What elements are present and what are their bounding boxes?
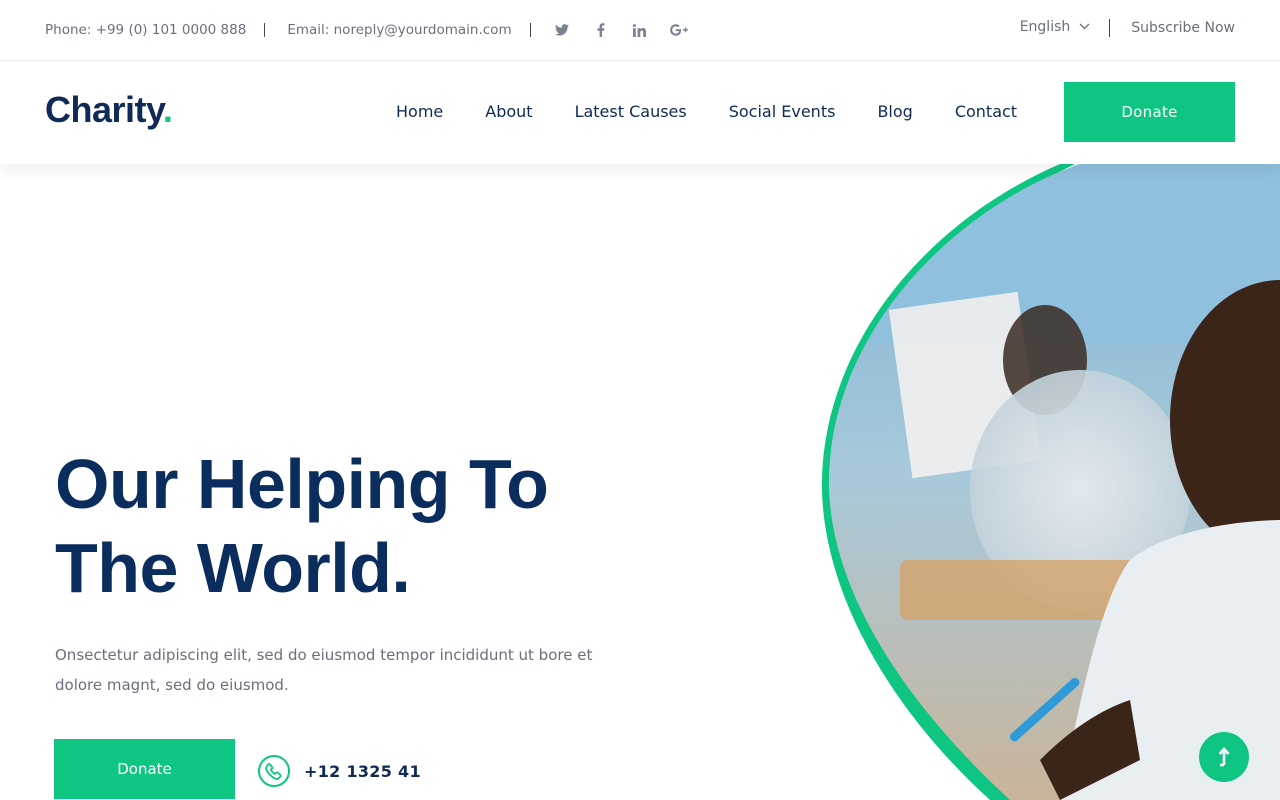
nav-contact[interactable]: Contact xyxy=(955,102,1017,121)
logo-text: Charity xyxy=(45,89,163,130)
contact-info: Phone: +99 (0) 101 0000 888 Email: norep… xyxy=(45,21,699,39)
nav-home[interactable]: Home xyxy=(396,102,443,121)
chevron-down-icon xyxy=(1079,23,1090,30)
phone-text: Phone: +99 (0) 101 0000 888 xyxy=(45,22,247,38)
nav-blog[interactable]: Blog xyxy=(877,102,912,121)
nav-latest-causes[interactable]: Latest Causes xyxy=(575,102,687,121)
scroll-to-top-button[interactable] xyxy=(1199,732,1249,782)
nav-social-events[interactable]: Social Events xyxy=(729,102,836,121)
divider xyxy=(264,23,266,37)
facebook-icon[interactable] xyxy=(592,21,610,39)
phone-icon xyxy=(258,755,290,787)
arrow-up-icon xyxy=(1218,747,1230,767)
phone-number: +12 1325 41 xyxy=(304,761,421,781)
top-bar: Phone: +99 (0) 101 0000 888 Email: norep… xyxy=(0,0,1280,61)
google-plus-icon[interactable] xyxy=(669,21,688,39)
hero-title-line-1: Our Helping To xyxy=(55,445,549,523)
hero-title-line-2: The World. xyxy=(55,529,411,607)
email-text: Email: noreply@yourdomain.com xyxy=(287,22,512,38)
logo-dot: . xyxy=(162,89,173,130)
donate-button-hero[interactable]: Donate xyxy=(54,739,235,799)
language-selector[interactable]: English xyxy=(1020,19,1091,35)
social-links xyxy=(537,21,699,39)
donate-button-header[interactable]: Donate xyxy=(1064,82,1235,142)
hero-title: Our Helping To The World. xyxy=(55,442,549,610)
subscribe-link[interactable]: Subscribe Now xyxy=(1131,20,1235,36)
hero-description: Onsectetur adipiscing elit, sed do eiusm… xyxy=(55,646,593,694)
linkedin-icon[interactable] xyxy=(631,21,649,39)
divider xyxy=(1109,19,1111,37)
top-bar-right: English Subscribe Now xyxy=(1020,19,1235,37)
hero-phone[interactable]: +12 1325 41 xyxy=(257,754,421,788)
divider xyxy=(529,23,531,37)
nav-about[interactable]: About xyxy=(485,102,532,121)
main-header: Charity. Home About Latest Causes Social… xyxy=(0,61,1280,164)
twitter-icon[interactable] xyxy=(553,21,571,39)
main-nav: Home About Latest Causes Social Events B… xyxy=(396,102,1017,121)
site-logo[interactable]: Charity. xyxy=(45,89,173,131)
language-label: English xyxy=(1019,18,1071,35)
